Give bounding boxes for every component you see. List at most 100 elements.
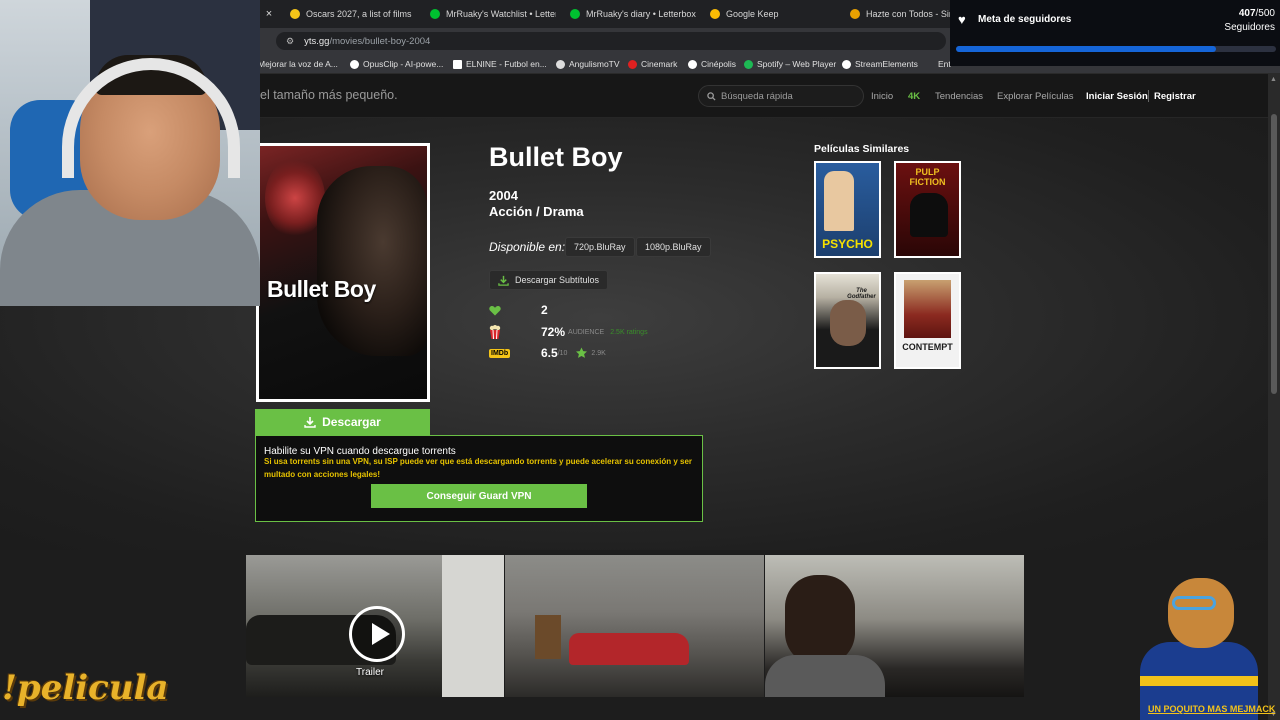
tab-watchlist[interactable]: MrRuaky's Watchlist • Letterb bbox=[430, 3, 556, 25]
quality-1080p-button[interactable]: 1080p.BluRay bbox=[636, 237, 711, 257]
available-label: Disponible en: bbox=[489, 240, 566, 254]
search-icon bbox=[707, 91, 716, 101]
mascot-head bbox=[1168, 578, 1234, 648]
screenshot-door bbox=[535, 615, 561, 659]
url-field[interactable]: ⚙ yts.gg/movies/bullet-boy-2004 bbox=[276, 32, 946, 50]
likes-count: 2 bbox=[541, 303, 548, 317]
nav-inicio[interactable]: Inicio bbox=[871, 91, 893, 102]
popcorn-icon bbox=[489, 325, 501, 339]
download-subtitles-button[interactable]: Descargar Subtítulos bbox=[489, 270, 609, 290]
similar-films-title: Películas Similares bbox=[814, 143, 910, 155]
mascot-glasses bbox=[1172, 596, 1216, 610]
audience-label: AUDIENCE bbox=[568, 328, 605, 336]
poster-red-glow bbox=[265, 158, 325, 238]
movie-year: 2004 bbox=[489, 188, 518, 203]
bookmark-elnine[interactable]: ELNINE - Futbol en... bbox=[453, 58, 547, 70]
nav-separator bbox=[1148, 90, 1149, 102]
bookmark-cinepolis[interactable]: Cinépolis bbox=[688, 58, 736, 70]
cinemark-icon bbox=[628, 59, 637, 69]
bookmark-ent[interactable]: Ent bbox=[938, 58, 951, 70]
psycho-figure bbox=[824, 171, 854, 231]
screen: × Oscars 2027, a list of films MrRuaky's… bbox=[0, 0, 1280, 720]
follower-progress-fill bbox=[956, 46, 1217, 52]
movie-title: Bullet Boy bbox=[489, 142, 623, 172]
imdb-score: 6.5 bbox=[541, 346, 558, 360]
tab-diary[interactable]: MrRuaky's diary • Letterboxd bbox=[570, 3, 696, 25]
bookmark-angulismotv[interactable]: AngulismoTV bbox=[556, 58, 620, 70]
tab-close-icon[interactable]: × bbox=[262, 3, 276, 25]
page-scrollbar[interactable]: ▲ ▼ bbox=[1268, 74, 1280, 720]
heart-hands-icon: ♥ bbox=[958, 12, 966, 27]
similar-film-label: CONTEMPT bbox=[902, 342, 953, 352]
mascot-stripe bbox=[1140, 676, 1258, 686]
likes-icon-wrap bbox=[489, 305, 541, 316]
quick-search[interactable] bbox=[698, 85, 864, 107]
letterboxd-icon bbox=[430, 9, 440, 19]
nav-registrar[interactable]: Registrar bbox=[1154, 91, 1196, 102]
similar-film-label: The Godfather bbox=[847, 288, 876, 300]
site-slogan: el tamaño más pequeño. bbox=[260, 88, 398, 102]
streamelements-icon bbox=[842, 59, 851, 69]
play-icon[interactable] bbox=[349, 606, 405, 662]
elnine-icon bbox=[453, 59, 462, 69]
mascot-overlay: UN POQUITO MAS MEJMACK bbox=[1140, 578, 1275, 720]
movie-screenshot-1[interactable] bbox=[505, 555, 764, 697]
nav-iniciar-sesion[interactable]: Iniciar Sesión bbox=[1086, 91, 1148, 102]
tab-hazte-con-todos[interactable]: Hazte con Todos - Simul bbox=[850, 3, 950, 25]
scrollbar-thumb[interactable] bbox=[1271, 114, 1277, 394]
bookmark-opusclip[interactable]: OpusClip - AI-powe... bbox=[350, 58, 443, 70]
similar-film-pulp-fiction[interactable]: PULP FICTION bbox=[894, 161, 961, 258]
bookmark-mejorar-voz[interactable]: Mejorar la voz de A... bbox=[258, 58, 338, 70]
movie-poster: Bullet Boy bbox=[256, 143, 430, 402]
mascot-label: UN POQUITO MAS MEJMACK bbox=[1148, 704, 1276, 714]
similar-film-godfather[interactable]: The Godfather bbox=[814, 272, 881, 369]
site-info-icon[interactable]: ⚙ bbox=[286, 36, 294, 47]
search-input[interactable] bbox=[721, 90, 851, 102]
imdb-icon[interactable]: IMDb bbox=[489, 348, 511, 358]
follower-unit: Seguidores bbox=[1224, 22, 1275, 33]
audience-icon-wrap bbox=[489, 325, 541, 339]
tab-oscars[interactable]: Oscars 2027, a list of films bbox=[290, 3, 418, 25]
pulp-fiction-figure bbox=[910, 193, 948, 237]
follower-goal-title: Meta de seguidores bbox=[978, 14, 1072, 25]
poster-face bbox=[317, 166, 427, 356]
trailer-label: Trailer bbox=[356, 667, 384, 678]
nav-tendencias[interactable]: Tendencias bbox=[935, 91, 983, 102]
nav-4k[interactable]: 4K bbox=[908, 91, 920, 102]
imdb-row: IMDb 6.5 /10 2.9K bbox=[489, 345, 606, 361]
spotify-icon bbox=[744, 59, 753, 69]
download-icon bbox=[498, 275, 509, 286]
vpn-text: Si usa torrents sin una VPN, su ISP pued… bbox=[264, 457, 693, 479]
tab-google-keep[interactable]: Google Keep bbox=[710, 3, 836, 25]
screenshot-red-car bbox=[569, 633, 689, 665]
chat-command-text: !pelicula bbox=[2, 668, 169, 708]
follower-count: 407/500 bbox=[1238, 8, 1275, 19]
get-vpn-button[interactable]: Conseguir Guard VPN bbox=[371, 484, 587, 508]
movie-genres: Acción / Drama bbox=[489, 204, 584, 219]
webcam-overlay bbox=[0, 0, 260, 306]
bookmark-spotify[interactable]: Spotify – Web Player bbox=[744, 58, 836, 70]
download-button[interactable]: Descargar bbox=[255, 409, 430, 435]
audience-ratings: 2.5K ratings bbox=[610, 328, 648, 336]
imdb-icon-wrap: IMDb bbox=[489, 348, 541, 358]
heart-icon[interactable] bbox=[489, 305, 501, 316]
screenshot-person bbox=[785, 575, 855, 665]
opusclip-icon bbox=[350, 59, 359, 69]
trailer-thumbnail[interactable]: Trailer bbox=[246, 555, 504, 697]
bookmark-cinemark[interactable]: Cinemark bbox=[628, 58, 677, 70]
letterboxd-icon bbox=[570, 9, 580, 19]
follower-progress-track bbox=[956, 46, 1276, 52]
similar-film-contempt[interactable]: CONTEMPT bbox=[894, 272, 961, 369]
similar-film-psycho[interactable]: PSYCHO bbox=[814, 161, 881, 258]
contempt-figure bbox=[904, 280, 951, 338]
audience-score: 72% bbox=[541, 325, 566, 339]
nav-explorar-peliculas[interactable]: Explorar Películas bbox=[997, 91, 1074, 102]
imdb-max: /10 bbox=[557, 349, 568, 357]
quality-720p-button[interactable]: 720p.BluRay bbox=[565, 237, 635, 257]
bookmark-streamelements[interactable]: StreamElements bbox=[842, 58, 918, 70]
similar-film-label: PSYCHO bbox=[822, 237, 873, 251]
follower-goal-widget: ♥ Meta de seguidores 407/500 Seguidores bbox=[950, 0, 1280, 66]
screenshot-hoodie bbox=[765, 655, 885, 697]
movie-screenshot-2[interactable] bbox=[765, 555, 1024, 697]
scroll-up-icon[interactable]: ▲ bbox=[1270, 76, 1277, 83]
